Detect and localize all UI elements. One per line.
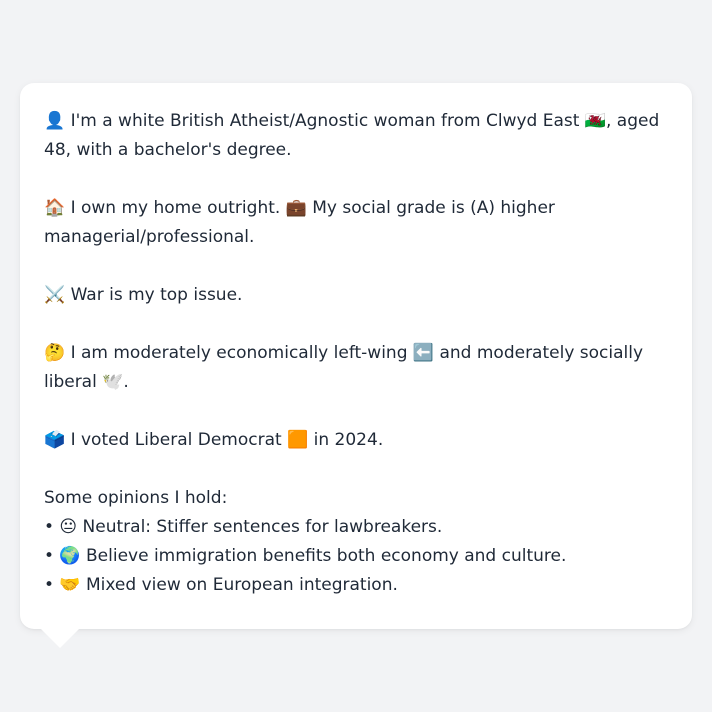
opinions-section: Some opinions I hold: • 😐 Neutral: Stiff… bbox=[44, 484, 668, 600]
ideology-text: 🤔 I am moderately economically left-wing… bbox=[44, 343, 644, 392]
vote-text: 🗳️ I voted Liberal Democrat 🟧 in 2024. bbox=[44, 430, 384, 450]
bubble-tail bbox=[40, 628, 80, 648]
persona-message-bubble: 👤 I'm a white British Atheist/Agnostic w… bbox=[20, 83, 692, 629]
opinion-item: • 😐 Neutral: Stiffer sentences for lawbr… bbox=[44, 517, 443, 537]
housing-text: 🏠 I own my home outright. 💼 My social gr… bbox=[44, 198, 555, 247]
identity-text: 👤 I'm a white British Atheist/Agnostic w… bbox=[44, 111, 660, 160]
opinion-item: • 🌍 Believe immigration benefits both ec… bbox=[44, 546, 567, 566]
opinions-heading: Some opinions I hold: bbox=[44, 488, 228, 508]
top-issue-text: ⚔️ War is my top issue. bbox=[44, 285, 243, 305]
opinion-item: • 🤝 Mixed view on European integration. bbox=[44, 575, 398, 595]
